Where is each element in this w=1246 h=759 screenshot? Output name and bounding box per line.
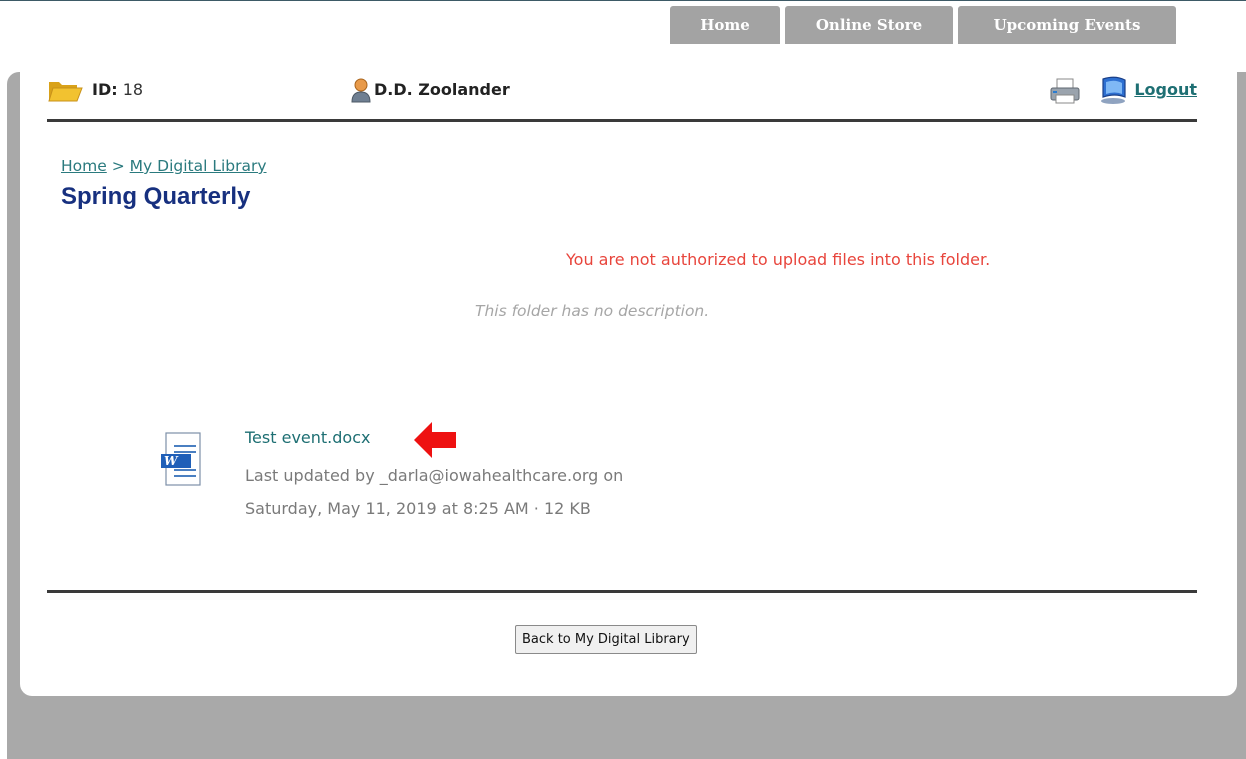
user-icon <box>351 77 371 103</box>
file-updated-by: Last updated by _darla@iowahealthcare.or… <box>245 466 624 485</box>
file-metadata: Last updated by _darla@iowahealthcare.or… <box>245 459 765 525</box>
top-navigation: Home Online Store Upcoming Events <box>0 4 1246 46</box>
member-id-label: ID: <box>92 80 118 99</box>
member-id: ID: 18 <box>92 80 143 99</box>
folder-description: This folder has no description. <box>475 302 710 320</box>
back-to-library-button[interactable]: Back to My Digital Library <box>515 625 697 654</box>
file-name-link[interactable]: Test event.docx <box>245 428 370 447</box>
svg-text:W: W <box>164 454 179 468</box>
tab-home[interactable]: Home <box>670 6 780 44</box>
computer-icon[interactable] <box>1097 75 1131 105</box>
content-panel: ID: 18 D.D. Zoolander Logout Home > My D… <box>20 46 1237 696</box>
footer-divider <box>47 590 1197 593</box>
file-updated-date-size: Saturday, May 11, 2019 at 8:25 AM · 12 K… <box>245 499 591 518</box>
word-document-icon[interactable]: W <box>160 432 202 488</box>
tab-online-store[interactable]: Online Store <box>785 6 953 44</box>
breadcrumb-library-link[interactable]: My Digital Library <box>130 157 267 175</box>
red-arrow-annotation-icon <box>412 420 458 460</box>
page-title: Spring Quarterly <box>61 183 251 210</box>
breadcrumb: Home > My Digital Library <box>61 157 267 175</box>
username: D.D. Zoolander <box>374 80 510 99</box>
member-id-value: 18 <box>122 80 144 99</box>
tab-upcoming-events[interactable]: Upcoming Events <box>958 6 1176 44</box>
printer-icon[interactable] <box>1049 77 1081 105</box>
breadcrumb-separator: > <box>111 157 125 175</box>
top-border <box>0 0 1246 1</box>
folder-icon <box>47 77 83 103</box>
user-bar: ID: 18 D.D. Zoolander Logout <box>47 74 1197 106</box>
upload-permission-notice: You are not authorized to upload files i… <box>566 250 991 269</box>
breadcrumb-home-link[interactable]: Home <box>61 157 107 175</box>
header-divider <box>47 119 1197 122</box>
logout-link[interactable]: Logout <box>1134 80 1197 99</box>
